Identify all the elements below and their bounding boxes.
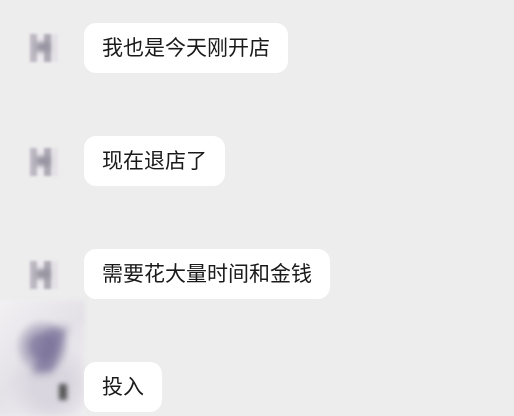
message-bubble[interactable]: 现在退店了 — [84, 136, 225, 186]
message-bubble[interactable]: 需要花大量时间和金钱 — [84, 249, 330, 299]
avatar[interactable] — [0, 300, 85, 416]
message-bubble[interactable]: 投入 — [84, 362, 162, 412]
avatar[interactable] — [30, 261, 58, 289]
message-bubble[interactable]: 我也是今天刚开店 — [84, 23, 288, 73]
avatar[interactable] — [30, 34, 58, 62]
avatar[interactable] — [30, 148, 58, 176]
